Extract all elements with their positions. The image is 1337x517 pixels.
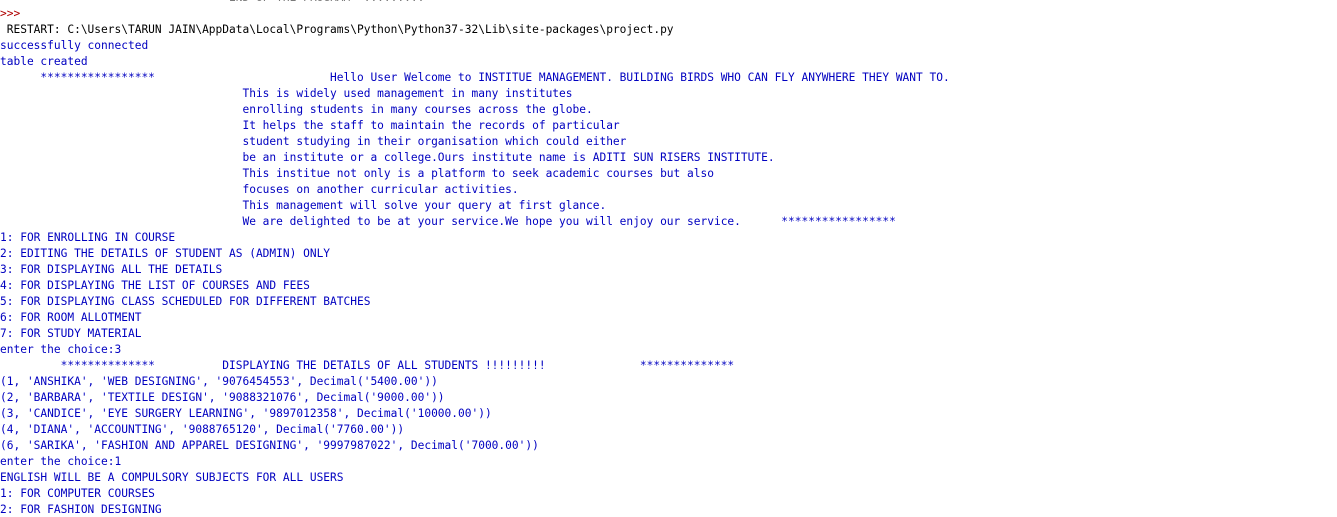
- shell-line: 3: FOR DISPLAYING ALL THE DETAILS: [0, 263, 223, 276]
- shell-line: We are delighted to be at your service.W…: [0, 215, 896, 228]
- shell-line: It helps the staff to maintain the recor…: [0, 119, 620, 132]
- shell-line: enter the choice:1: [0, 455, 122, 468]
- python-shell-output[interactable]: END OF THE PROGRAM .........>>> RESTART:…: [0, 0, 1337, 517]
- shell-line: (1, 'ANSHIKA', 'WEB DESIGNING', '9076454…: [0, 375, 438, 388]
- shell-line: This is widely used management in many i…: [0, 87, 573, 100]
- shell-line: enter the choice:3: [0, 343, 122, 356]
- shell-line: 7: FOR STUDY MATERIAL: [0, 327, 142, 340]
- shell-line: successfully connected: [0, 39, 149, 52]
- shell-line: This institue not only is a platform to …: [0, 167, 714, 180]
- shell-line: ENGLISH WILL BE A COMPULSORY SUBJECTS FO…: [0, 471, 344, 484]
- shell-line: student studying in their organisation w…: [0, 135, 627, 148]
- shell-line: enrolling students in many courses acros…: [0, 103, 593, 116]
- shell-prompt: >>>: [0, 7, 27, 20]
- shell-line: 1: FOR ENROLLING IN COURSE: [0, 231, 176, 244]
- shell-line: 4: FOR DISPLAYING THE LIST OF COURSES AN…: [0, 279, 310, 292]
- shell-line: table created: [0, 55, 88, 68]
- shell-line: (2, 'BARBARA', 'TEXTILE DESIGN', '908832…: [0, 391, 445, 404]
- shell-line: 2: EDITING THE DETAILS OF STUDENT AS (AD…: [0, 247, 331, 260]
- shell-line: 5: FOR DISPLAYING CLASS SCHEDULED FOR DI…: [0, 295, 371, 308]
- shell-line: 2: FOR FASHION DESIGNING: [0, 503, 162, 516]
- shell-line: be an institute or a college.Ours instit…: [0, 151, 775, 164]
- shell-line: 1: FOR COMPUTER COURSES: [0, 487, 155, 500]
- shell-text-area[interactable]: END OF THE PROGRAM .........>>> RESTART:…: [0, 0, 950, 517]
- shell-line: (4, 'DIANA', 'ACCOUNTING', '9088765120',…: [0, 423, 405, 436]
- shell-line: (3, 'CANDICE', 'EYE SURGERY LEARNING', '…: [0, 407, 492, 420]
- shell-line: (6, 'SARIKA', 'FASHION AND APPAREL DESIG…: [0, 439, 539, 452]
- shell-line: ***************** Hello User Welcome to …: [0, 71, 950, 84]
- shell-line: This management will solve your query at…: [0, 199, 607, 212]
- shell-line: focuses on another curricular activities…: [0, 183, 519, 196]
- shell-line: ************** DISPLAYING THE DETAILS OF…: [0, 359, 735, 372]
- restart-banner: RESTART: C:\Users\TARUN JAIN\AppData\Loc…: [0, 23, 674, 36]
- shell-line: 6: FOR ROOM ALLOTMENT: [0, 311, 142, 324]
